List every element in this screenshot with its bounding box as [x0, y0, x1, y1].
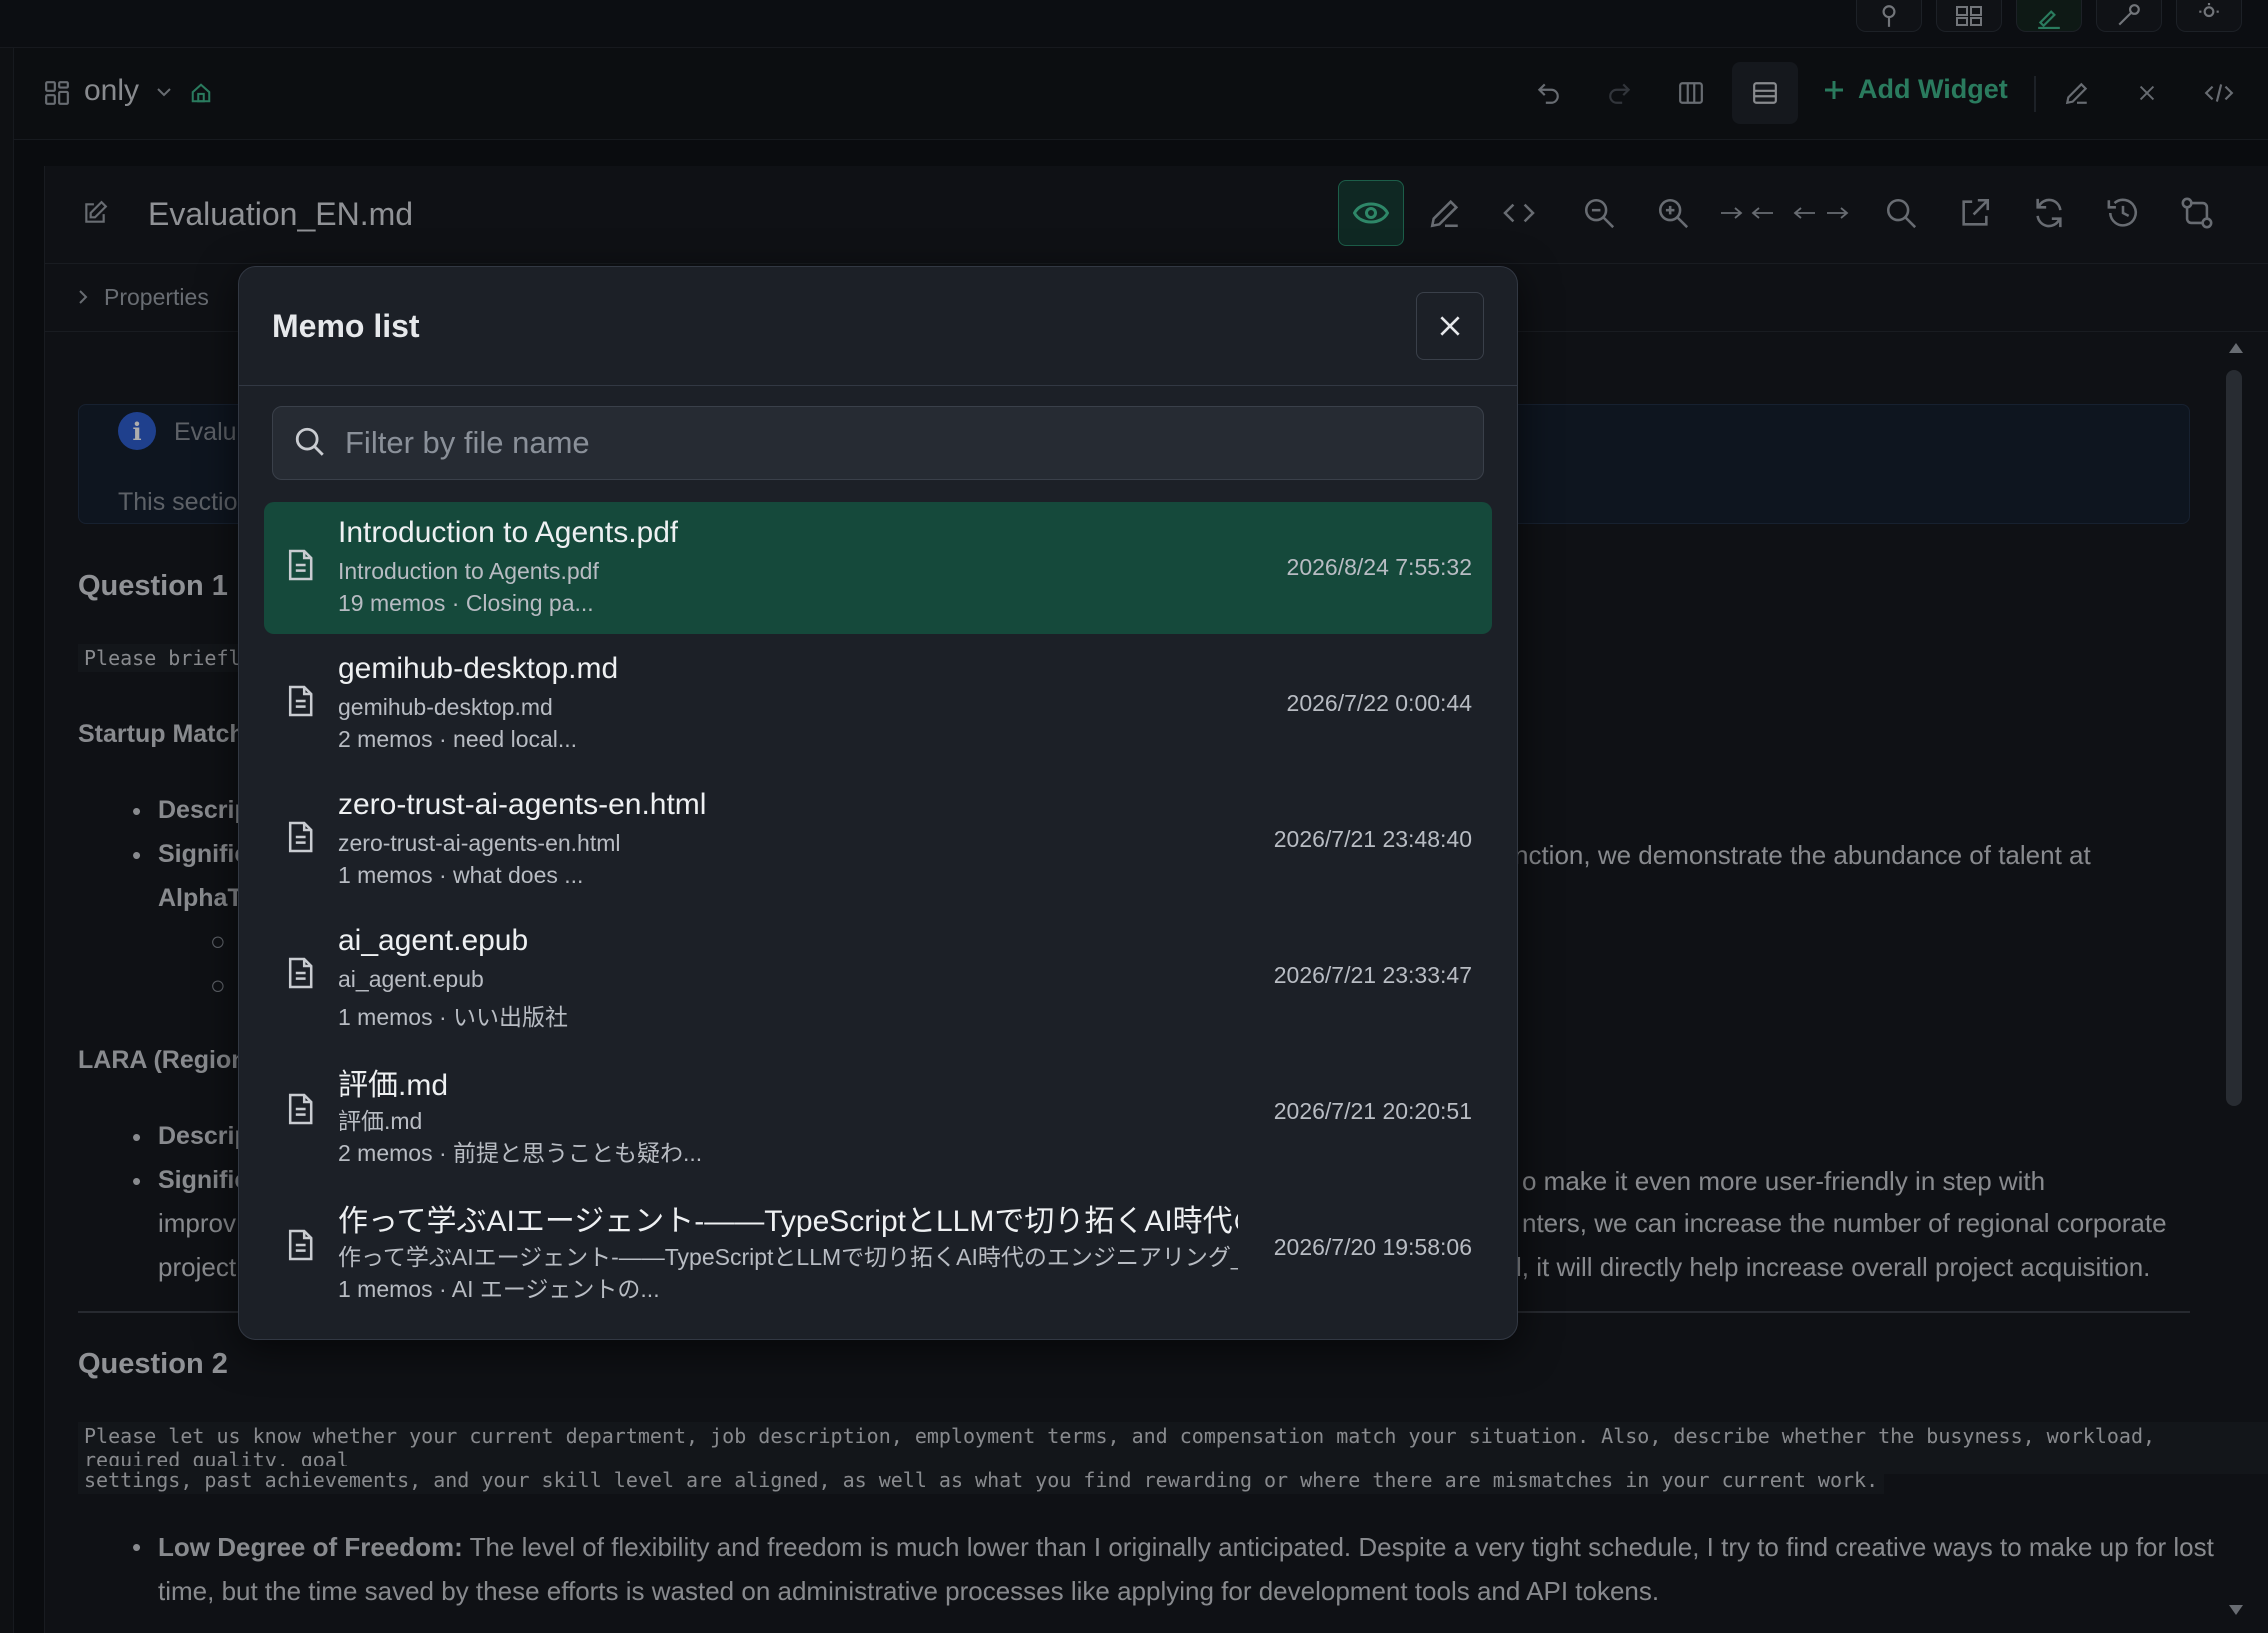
memo-file-name: zero-trust-ai-agents-en.html [338, 788, 707, 821]
dialog-title: Memo list [272, 308, 420, 344]
search-icon [293, 425, 327, 459]
file-icon [286, 684, 314, 718]
memo-file-path: ai_agent.epub [338, 966, 484, 992]
memo-date: 2026/7/21 20:20:51 [1273, 1098, 1472, 1124]
file-icon [286, 548, 314, 582]
memo-file-name: 評価.md [338, 1069, 449, 1102]
filter-input[interactable] [345, 407, 1465, 479]
memo-summary: 1 memos · いい出版社 [338, 1004, 569, 1030]
divider [238, 385, 1518, 386]
memo-file-path: gemihub-desktop.md [338, 694, 553, 720]
memo-summary: 2 memos · need local... [338, 726, 578, 752]
memo-summary: 19 memos · Closing pa... [338, 590, 594, 616]
file-icon [286, 956, 314, 990]
memo-list-item[interactable]: 作って学ぶAIエージェント-——TypeScriptとLLMで切り拓くAI時代の… [264, 1182, 1492, 1314]
memo-summary: 1 memos · what does ... [338, 862, 584, 888]
file-icon [286, 1228, 314, 1262]
memo-file-name: Introduction to Agents.pdf [338, 516, 679, 549]
filter-field[interactable] [272, 406, 1484, 480]
memo-file-name: gemihub-desktop.md [338, 652, 619, 685]
memo-summary: 1 memos · AI エージェントの... [338, 1276, 660, 1302]
memo-date: 2026/7/21 23:48:40 [1273, 826, 1472, 852]
memo-list-item[interactable]: ai_agent.epub ai_agent.epub 1 memos · いい出版… [264, 910, 1492, 1042]
memo-date: 2026/7/21 23:33:47 [1273, 962, 1472, 988]
memo-list-item[interactable]: Introduction to Agents.pdf Introduction t… [264, 502, 1492, 634]
memo-file-path: 作って学ぶAIエージェント-——TypeScriptとLLMで切り拓くAI時代の… [338, 1244, 1238, 1270]
memo-list-item[interactable]: 評価.md 評価.md 2 memos · 前提と思うことも疑わ... 2026/7/… [264, 1046, 1492, 1178]
file-icon [286, 820, 314, 854]
memo-file-path: 評価.md [338, 1108, 423, 1134]
memo-summary: 2 memos · 前提と思うことも疑わ... [338, 1140, 703, 1166]
memo-date: 2026/7/22 0:00:44 [1286, 690, 1472, 716]
memo-file-path: Introduction to Agents.pdf [338, 558, 599, 584]
memo-file-name: ai_agent.epub [338, 924, 529, 957]
close-button[interactable] [1416, 292, 1484, 360]
memo-file-name: 作って学ぶAIエージェント-——TypeScriptとLLMで切り拓くAI時代の… [338, 1205, 1238, 1238]
file-icon [286, 1092, 314, 1126]
memo-list-item[interactable]: zero-trust-ai-agents-en.html zero-trust-a… [264, 774, 1492, 906]
close-icon [1440, 316, 1460, 336]
memo-file-path: zero-trust-ai-agents-en.html [338, 830, 621, 856]
memo-date: 2026/8/24 7:55:32 [1286, 554, 1472, 580]
memo-date: 2026/7/20 19:58:06 [1273, 1234, 1472, 1260]
memo-list-item[interactable]: gemihub-desktop.md gemihub-desktop.md 2 me… [264, 638, 1492, 770]
